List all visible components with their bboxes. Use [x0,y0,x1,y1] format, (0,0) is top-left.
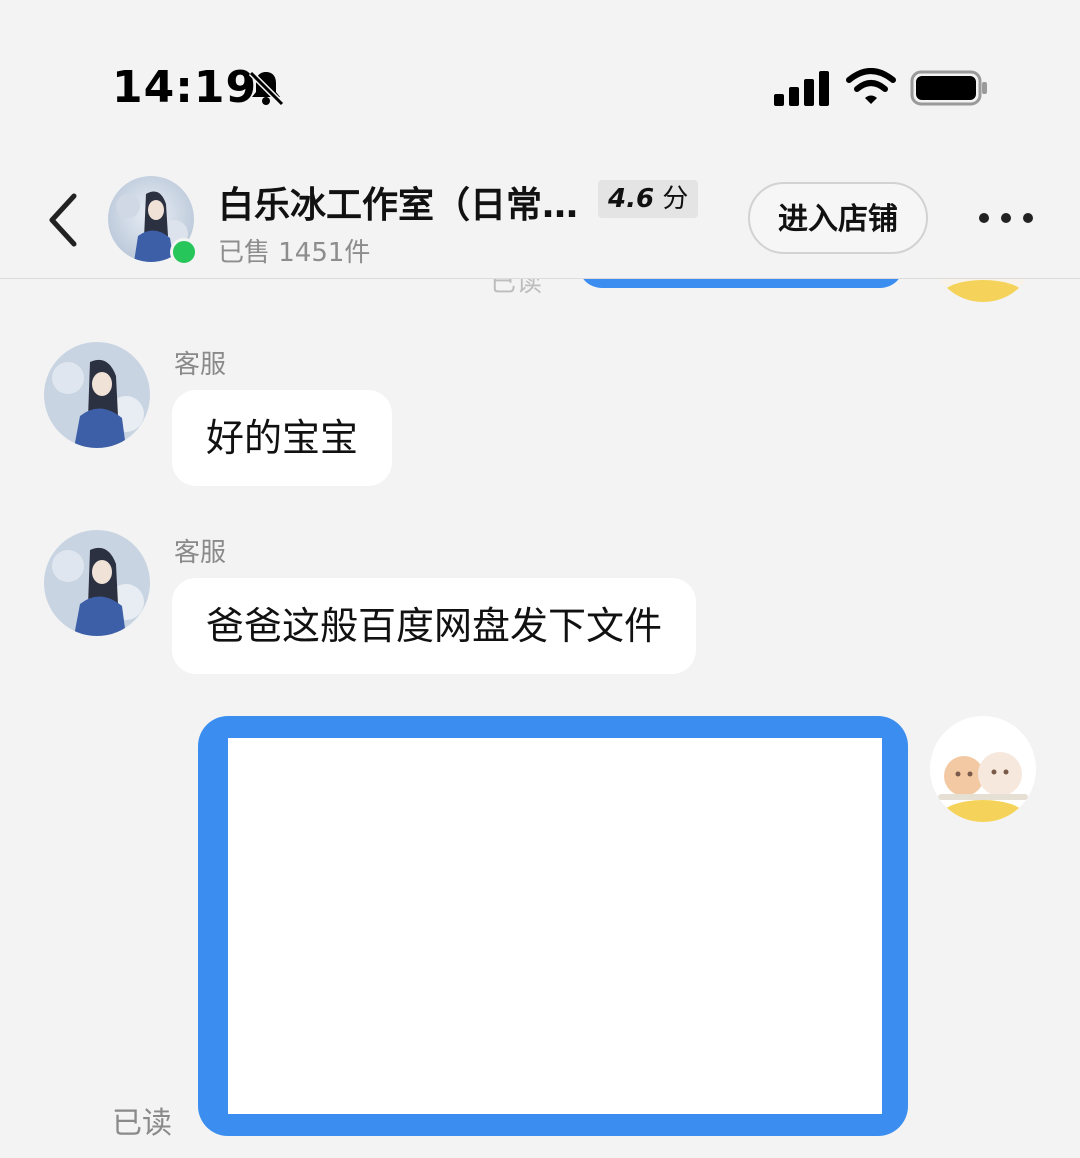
message-bubble[interactable]: 爸爸这般百度网盘发下文件 [172,578,697,674]
cellular-signal-icon [774,71,829,106]
shop-rating-badge: 4.6 分 [598,180,699,218]
chevron-left-icon[interactable] [46,190,82,250]
sender-name: 客服 [174,538,227,568]
battery-icon [910,70,987,106]
online-status-dot [170,238,198,266]
shop-name[interactable]: 白乐冰工作室（日常… [218,176,578,228]
image-message[interactable] [198,716,908,1136]
rating-value: 4.6 [608,184,655,214]
enter-shop-button[interactable]: 进入店铺 [748,182,928,254]
more-dots-icon[interactable] [976,210,1036,226]
chat-header: 白乐冰工作室（日常… 4.6 分 已售 1451件 进入店铺 [0,150,1080,279]
user-avatar[interactable] [930,716,1036,822]
sender-name: 客服 [174,350,227,380]
rating-unit: 分 [662,184,689,214]
read-status: 已读 [112,1106,172,1141]
status-time: 14:19 [112,62,258,113]
message-bubble[interactable]: 好的宝宝 [172,390,393,486]
image-message-content [228,738,882,1114]
agent-avatar[interactable] [44,530,150,636]
sold-count: 已售 1451件 [218,238,371,268]
bell-muted-icon [248,70,285,107]
chat-screen: 14:19 已读 白乐冰工作室（日常… 4.6 分 已售 1451件 进入店铺 … [0,0,1080,1158]
agent-avatar[interactable] [44,342,150,448]
wifi-icon [846,68,896,104]
